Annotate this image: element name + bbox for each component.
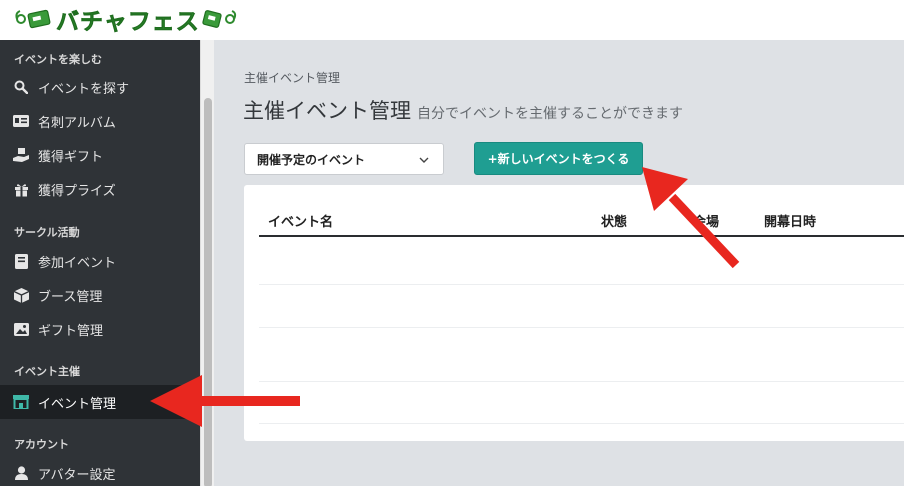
- search-icon: [13, 79, 29, 95]
- sidebar-item-label: 獲得プライズ: [38, 183, 116, 199]
- title-row: 主催イベント管理 自分でイベントを主催することができます: [243, 95, 683, 125]
- table-header: イベント名 状態 会場 開幕日時: [259, 207, 904, 237]
- page-subtitle: 自分でイベントを主催することができます: [417, 106, 683, 122]
- logo-mark-icon: [15, 9, 51, 29]
- sidebar-item-card-album[interactable]: 名刺アルバム: [0, 104, 200, 138]
- create-event-button[interactable]: +新しいイベントをつくる: [474, 142, 643, 175]
- sidebar-item-received-gifts[interactable]: 獲得ギフト: [0, 138, 200, 172]
- sidebar-item-find-events[interactable]: イベントを探す: [0, 70, 200, 104]
- section-title-host: イベント主催: [14, 365, 80, 378]
- book-icon: [13, 253, 29, 269]
- main-content: 主催イベント管理 主催イベント管理 自分でイベントを主催することができます 開催…: [214, 40, 904, 486]
- sidebar-item-label: イベント管理: [38, 396, 117, 412]
- sidebar-item-label: 獲得ギフト: [38, 149, 104, 165]
- table-row-divider: [259, 423, 904, 424]
- sidebar-item-gift-management[interactable]: ギフト管理: [0, 312, 200, 346]
- sidebar-item-label: 名刺アルバム: [38, 115, 116, 131]
- column-header-event-name: イベント名: [268, 215, 334, 230]
- table-row-divider: [259, 327, 904, 328]
- page-title: 主催イベント管理: [243, 99, 411, 123]
- annotation-arrow-event-management: [150, 375, 300, 427]
- events-table-card: イベント名 状態 会場 開幕日時: [244, 185, 904, 441]
- column-header-start-datetime: 開幕日時: [764, 215, 817, 230]
- column-header-status: 状態: [601, 215, 628, 230]
- section-title-account: アカウント: [14, 438, 69, 451]
- sidebar-item-booth-management[interactable]: ブース管理: [0, 278, 200, 312]
- breadcrumb: 主催イベント管理: [244, 71, 341, 85]
- logo-deco-icon: [202, 10, 236, 28]
- logo-text: バチャフェス: [56, 9, 200, 36]
- section-title-circle: サークル活動: [14, 226, 80, 239]
- app-root: バチャフェス イベントを楽しむ イベントを探す 名刺アルバム 獲得ギフト 獲得プ…: [0, 0, 904, 486]
- user-icon: [13, 465, 29, 481]
- sidebar-item-label: ギフト管理: [38, 323, 104, 339]
- event-filter-value: 開催予定のイベント: [257, 152, 366, 167]
- event-filter-select[interactable]: 開催予定のイベント: [244, 143, 444, 175]
- sidebar-item-received-prizes[interactable]: 獲得プライズ: [0, 172, 200, 206]
- gift-hand-icon: [13, 147, 29, 163]
- id-card-icon: [13, 113, 29, 129]
- section-title-enjoy: イベントを楽しむ: [14, 53, 102, 66]
- sidebar-item-avatar-settings[interactable]: アバター設定: [0, 456, 200, 486]
- box-icon: [13, 287, 29, 303]
- gift-icon: [13, 181, 29, 197]
- sidebar-item-joined-events[interactable]: 参加イベント: [0, 244, 200, 278]
- sidebar-item-label: 参加イベント: [38, 255, 117, 271]
- chevron-down-icon: [419, 157, 429, 163]
- sidebar-item-label: アバター設定: [38, 467, 116, 483]
- brand-logo[interactable]: バチャフェス: [14, 4, 238, 36]
- image-icon: [13, 321, 29, 337]
- store-icon: [13, 394, 29, 410]
- table-row-divider: [259, 381, 904, 382]
- sidebar-scrollbar-thumb[interactable]: [204, 98, 212, 486]
- top-bar: バチャフェス: [0, 0, 904, 40]
- sidebar-item-label: イベントを探す: [38, 81, 130, 97]
- sidebar-item-label: ブース管理: [38, 289, 103, 305]
- annotation-arrow-create-button: [642, 167, 740, 269]
- table-row-divider: [259, 284, 904, 285]
